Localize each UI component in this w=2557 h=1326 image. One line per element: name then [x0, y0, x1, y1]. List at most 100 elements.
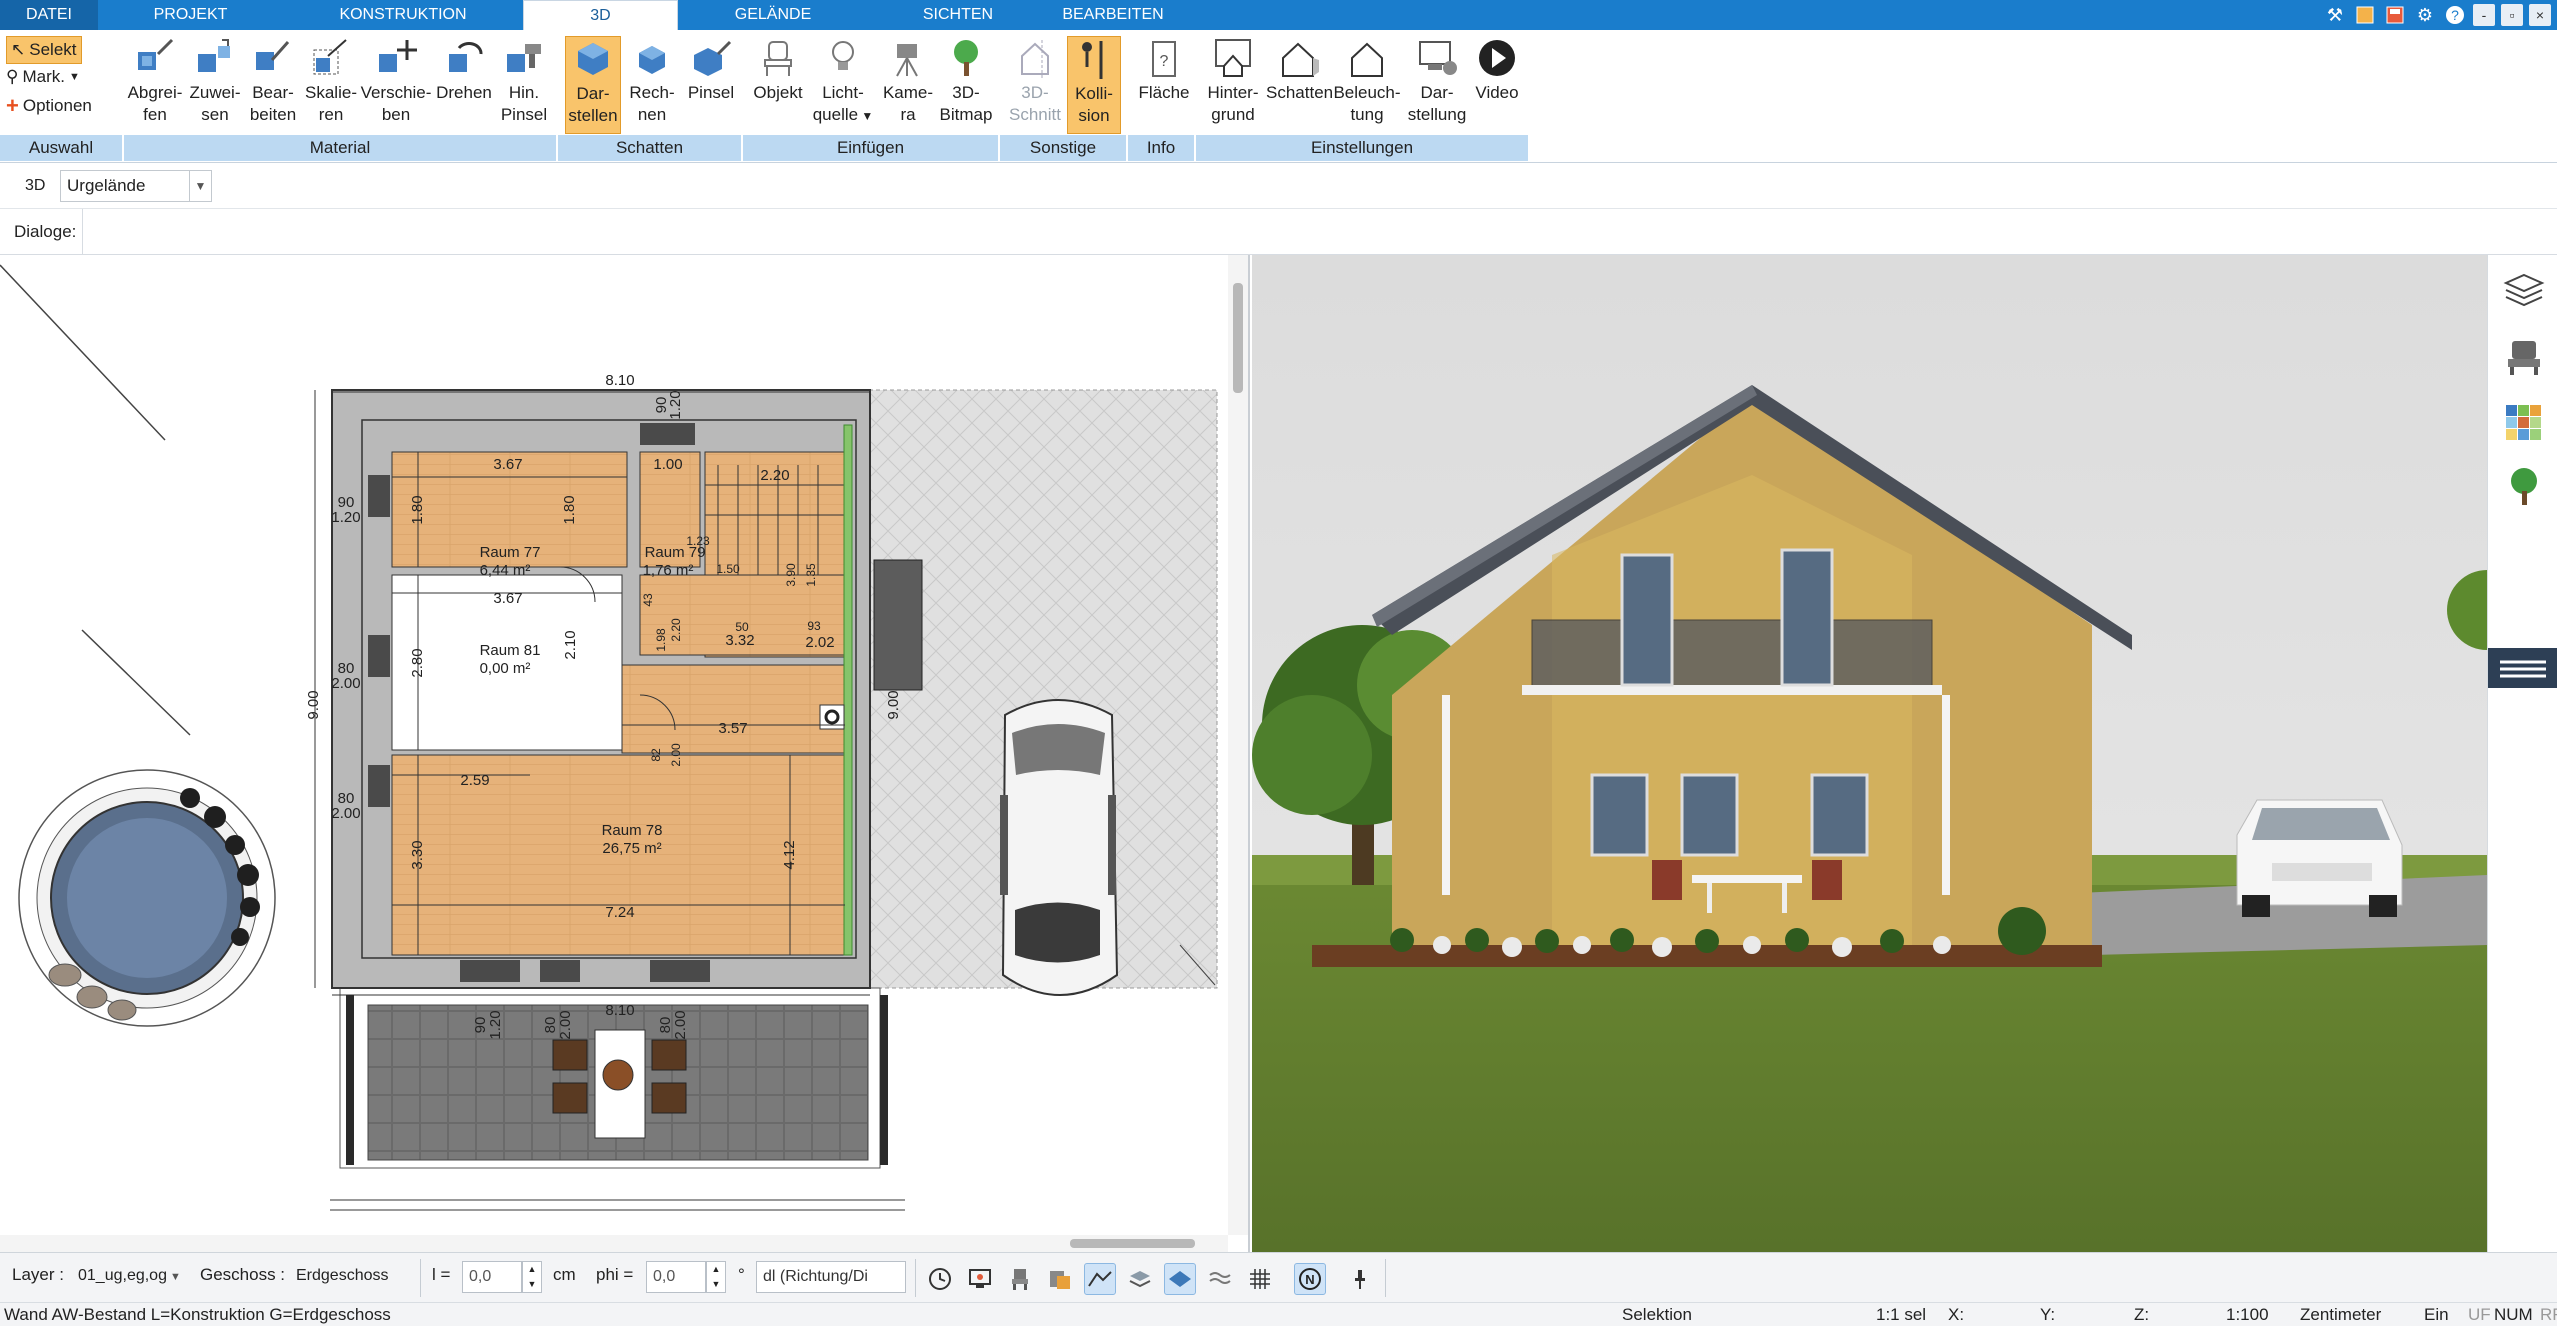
dim-left-total: 9.00	[305, 690, 322, 719]
darstellen-button[interactable]: Dar-stellen	[565, 36, 621, 134]
skalieren-button[interactable]: Skalie-ren	[302, 36, 360, 126]
select-button[interactable]: ↖ Selekt	[6, 36, 82, 64]
3d-view[interactable]	[1252, 255, 2487, 1252]
dim-left-a2: 1.20	[331, 509, 360, 526]
bearbeiten-button[interactable]: Bear-beiten	[244, 36, 302, 126]
tab-konstruktion[interactable]: KONSTRUKTION	[283, 0, 523, 30]
plants-icon[interactable]	[2502, 465, 2546, 509]
tab-bearbeiten[interactable]: BEARBEITEN	[1048, 0, 1178, 30]
floor-plan-view[interactable]: 8.10 3.67 Raum 77 6,44 m² 1.00 Raum 79 1…	[0, 255, 1250, 1252]
status-scale: 1:100	[2226, 1305, 2269, 1324]
waves-icon[interactable]	[1204, 1263, 1236, 1295]
furniture-icon[interactable]	[2502, 335, 2546, 379]
mark-label: Mark.	[22, 67, 65, 86]
pinsel-button[interactable]: Pinsel	[683, 36, 739, 104]
kamera-button[interactable]: Kame-ra	[878, 36, 938, 126]
angle-input[interactable]: 0,0	[646, 1261, 706, 1293]
schatten-button[interactable]: Schatten	[1266, 36, 1334, 104]
length-stepper[interactable]: ▲ ▼	[522, 1261, 542, 1293]
beleuchtung-label-1: Beleuch-	[1333, 83, 1401, 102]
settings-icon[interactable]: ⚙	[2413, 3, 2437, 27]
kollision-label-1: Kolli-	[1075, 84, 1113, 103]
shadow-house-icon	[1282, 42, 1319, 77]
save-icon[interactable]	[2383, 3, 2407, 27]
layers-stack-icon[interactable]	[1124, 1263, 1156, 1295]
tab-datei[interactable]: DATEI	[0, 0, 98, 30]
close-button[interactable]: ×	[2529, 4, 2551, 26]
plane-toggle-icon[interactable]	[1164, 1263, 1196, 1295]
selected-wall[interactable]	[843, 424, 853, 956]
group-info: Info	[1128, 135, 1196, 161]
hin-pinsel-button[interactable]: Hin. Pinsel	[496, 36, 552, 126]
verschieben-label-2: ben	[381, 105, 411, 124]
abgreifen-button[interactable]: Abgrei-fen	[124, 36, 186, 126]
ribbon: ↖ Selekt ⚲ Mark. ▼ + Optionen Abgrei-fen Zuw…	[0, 30, 2557, 163]
restore-button[interactable]: ▫	[2501, 4, 2523, 26]
car-top-view[interactable]	[1000, 699, 1119, 996]
tab-gelaende[interactable]: GELÄNDE	[678, 0, 868, 30]
terrain-select[interactable]: Urgelände ▼	[60, 170, 212, 202]
group-material: Material	[124, 135, 558, 161]
video-button[interactable]: Video	[1470, 36, 1524, 104]
layers-icon[interactable]	[2502, 269, 2546, 313]
tab-projekt[interactable]: PROJEKT	[98, 0, 283, 30]
menu-icon[interactable]	[2488, 648, 2557, 688]
minimize-button[interactable]: -	[2473, 4, 2495, 26]
chair-small-icon[interactable]	[1004, 1263, 1036, 1295]
hintergrund-button[interactable]: Hinter-grund	[1200, 36, 1266, 126]
floor-select[interactable]: Erdgeschoss ▼	[290, 1261, 405, 1314]
north-arrow-icon[interactable]: N	[1294, 1263, 1326, 1295]
kollision-button[interactable]: Kolli-sion	[1067, 36, 1121, 134]
flaeche-button[interactable]: ? Fläche	[1134, 36, 1194, 104]
verschieben-button[interactable]: Verschie-ben	[360, 36, 432, 126]
video-label: Video	[1475, 83, 1519, 102]
monitor-icon[interactable]	[964, 1263, 996, 1295]
objekt-button[interactable]: Objekt	[748, 36, 808, 104]
mark-icon: ⚲	[6, 67, 19, 86]
tools-icon[interactable]: ⚒	[2323, 3, 2347, 27]
clock-icon[interactable]	[924, 1263, 956, 1295]
mark-button[interactable]: ⚲ Mark. ▼	[6, 64, 80, 90]
tab-sichten[interactable]: SICHTEN	[868, 0, 1048, 30]
darstellung-button[interactable]: Dar-stellung	[1404, 36, 1470, 126]
plan-vertical-scroll-thumb[interactable]	[1233, 283, 1243, 393]
help-icon[interactable]: ?	[2443, 3, 2467, 27]
angle-stepper[interactable]: ▲ ▼	[706, 1261, 726, 1293]
pin-icon[interactable]	[1344, 1263, 1376, 1295]
assign-icon	[198, 39, 230, 72]
lighting-house-icon	[1351, 42, 1383, 77]
textures-icon[interactable]	[2502, 401, 2546, 445]
layout-icon[interactable]	[2353, 3, 2377, 27]
beleuchtung-button[interactable]: Beleuch-tung	[1332, 36, 1402, 126]
drehen-button[interactable]: Drehen	[432, 36, 496, 104]
bitmap3d-button[interactable]: 3D- Bitmap	[938, 36, 994, 126]
rechnen-button[interactable]: Rech-nen	[623, 36, 681, 126]
schatten-label: Schatten	[1266, 83, 1334, 102]
zuweisen-button[interactable]: Zuwei-sen	[186, 36, 244, 126]
layer-select[interactable]: 01_ug,eg,og ▼	[72, 1261, 187, 1293]
svg-text:?: ?	[2451, 7, 2459, 23]
plan-horizontal-scrollbar[interactable]	[0, 1235, 1228, 1252]
dim-mid2: 3.32	[725, 632, 754, 649]
status-rf: RF	[2540, 1305, 2557, 1324]
direction-select[interactable]: dl (Richtung/Di	[756, 1261, 906, 1293]
plan-horizontal-scroll-thumb[interactable]	[1070, 1239, 1195, 1248]
direction-value: dl (Richtung/Di	[763, 1268, 868, 1285]
material-small-icon[interactable]	[1044, 1263, 1076, 1295]
pool[interactable]	[18, 769, 276, 1027]
svg-text:?: ?	[1160, 53, 1169, 70]
lichtquelle-button[interactable]: Licht-quelle ▼	[812, 36, 874, 127]
drehen-label: Drehen	[436, 83, 492, 102]
chimney[interactable]	[873, 559, 923, 691]
terrain-toggle-icon[interactable]	[1084, 1263, 1116, 1295]
plan-vertical-scrollbar[interactable]	[1228, 255, 1248, 1235]
darstellen-label-1: Dar-	[576, 84, 610, 103]
schnitt3d-button[interactable]: 3D- Schnitt	[1005, 36, 1065, 126]
hall[interactable]	[621, 664, 846, 754]
grid-icon[interactable]	[1244, 1263, 1276, 1295]
status-unit: Zentimeter	[2300, 1305, 2382, 1324]
length-input[interactable]: 0,0	[462, 1261, 522, 1293]
options-button[interactable]: + Optionen	[6, 93, 92, 119]
schnitt3d-label-2: Schnitt	[1009, 105, 1061, 124]
tab-3d[interactable]: 3D	[523, 0, 678, 30]
